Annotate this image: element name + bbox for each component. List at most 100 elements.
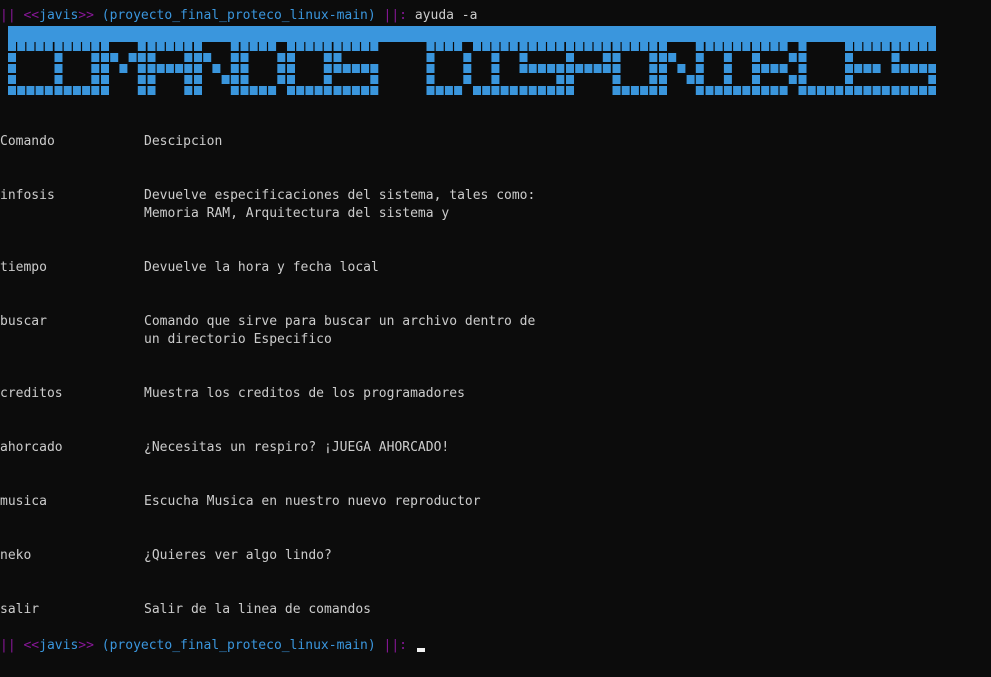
banner-pixel bbox=[630, 86, 639, 95]
banner-pixel bbox=[519, 53, 528, 62]
banner-pixel bbox=[426, 53, 435, 62]
banner-pixel bbox=[101, 64, 109, 73]
banner-pixel bbox=[101, 42, 109, 51]
banner-pixel bbox=[566, 64, 574, 73]
banner-pixel bbox=[444, 42, 453, 51]
entered-command: ayuda -a bbox=[414, 8, 478, 23]
banner-pixel bbox=[649, 86, 658, 95]
banner-pixel bbox=[333, 42, 342, 51]
banner-pixel bbox=[361, 64, 370, 73]
banner-pixel bbox=[194, 75, 202, 84]
banner-pixel bbox=[342, 42, 351, 51]
banner-pixel bbox=[649, 64, 658, 73]
banner-pixel bbox=[659, 42, 667, 51]
banner-pixel bbox=[184, 42, 193, 51]
banner-pixel bbox=[602, 53, 611, 62]
banner-pixel bbox=[230, 42, 239, 51]
banner-pixel bbox=[770, 42, 779, 51]
banner-pixel bbox=[705, 42, 714, 51]
banner-pixel bbox=[519, 42, 528, 51]
banner-title bbox=[8, 26, 936, 95]
terminal-cursor[interactable] bbox=[416, 648, 425, 652]
banner-pixel bbox=[640, 86, 649, 95]
banner-pixel bbox=[156, 42, 165, 51]
banner-pixel bbox=[323, 64, 332, 73]
banner-pixel bbox=[82, 86, 91, 95]
banner-pixel bbox=[547, 42, 556, 51]
banner-pixel bbox=[454, 42, 463, 51]
banner-pixel bbox=[909, 64, 918, 73]
banner-pixel bbox=[863, 42, 872, 51]
banner-pixel bbox=[584, 64, 593, 73]
banner-pixel bbox=[770, 64, 779, 73]
banner-pixel bbox=[221, 75, 230, 84]
banner-pixel bbox=[891, 64, 900, 73]
banner-pixel bbox=[593, 64, 602, 73]
banner-pixel bbox=[72, 42, 81, 51]
banner-pixel bbox=[752, 64, 760, 73]
banner-pixel bbox=[845, 75, 853, 84]
banner-pixel bbox=[556, 75, 565, 84]
prompt-gt: >> bbox=[78, 638, 94, 653]
banner-pixel bbox=[528, 86, 537, 95]
banner-pixel bbox=[919, 86, 928, 95]
description-line-1: Devuelve especificaciones del sistema, t… bbox=[144, 188, 536, 203]
banner-pixel bbox=[845, 64, 853, 73]
banner-pixel bbox=[165, 42, 174, 51]
banner-pixel bbox=[194, 86, 202, 95]
header-command: Comando bbox=[0, 134, 55, 149]
prompt-pipes-right: ||: bbox=[383, 8, 408, 23]
banner-pixel bbox=[752, 75, 760, 84]
banner-pixel bbox=[816, 86, 825, 95]
banner-pixel bbox=[26, 42, 35, 51]
banner-pixel bbox=[891, 53, 900, 62]
banner-pixel bbox=[575, 42, 584, 51]
banner-pixel bbox=[695, 42, 704, 51]
banner-pixel bbox=[798, 86, 807, 95]
banner-pixel bbox=[733, 42, 742, 51]
banner-pixel bbox=[491, 53, 500, 62]
banner-pixel bbox=[835, 86, 844, 95]
banner-pixel bbox=[723, 42, 732, 51]
command-description: Devuelve la hora y fecha local bbox=[144, 260, 379, 275]
banner-pixel bbox=[268, 86, 277, 95]
banner-pixel bbox=[54, 53, 63, 62]
banner-pixel bbox=[82, 42, 91, 51]
banner-pixel bbox=[323, 53, 332, 62]
banner-pixel bbox=[928, 42, 936, 51]
banner-pixel bbox=[473, 86, 481, 95]
banner-pixel bbox=[473, 42, 481, 51]
banner-pixel bbox=[287, 75, 295, 84]
banner-pixel bbox=[426, 86, 435, 95]
prompt-user: javis bbox=[39, 638, 79, 653]
description-line-2: un directorio Especifico bbox=[144, 332, 332, 347]
banner-pixel bbox=[482, 42, 491, 51]
banner-pixel bbox=[240, 86, 249, 95]
banner-pixel bbox=[556, 64, 565, 73]
banner-pixel bbox=[463, 64, 472, 73]
prompt-lt: << bbox=[23, 8, 40, 23]
banner-pixel bbox=[612, 64, 621, 73]
banner-pixel bbox=[8, 64, 16, 73]
banner-pixel bbox=[249, 86, 258, 95]
banner-pixel bbox=[101, 53, 109, 62]
banner-pixel bbox=[426, 42, 435, 51]
banner-pixel bbox=[342, 64, 351, 73]
banner-pixel bbox=[8, 86, 16, 95]
banner-pixel bbox=[779, 42, 788, 51]
banner-pixel bbox=[230, 75, 239, 84]
prompt-line-active[interactable]: || <<javis>> (proyecto_final_proteco_lin… bbox=[0, 637, 425, 655]
banner-pixel bbox=[919, 64, 928, 73]
banner-pixel bbox=[333, 64, 342, 73]
banner-pixel bbox=[212, 64, 221, 73]
banner-pixel bbox=[900, 86, 909, 95]
banner-pixel bbox=[714, 42, 723, 51]
banner-pixel bbox=[779, 64, 788, 73]
banner-pixel bbox=[742, 42, 751, 51]
banner-pixel bbox=[509, 42, 518, 51]
banner-pixel bbox=[528, 64, 537, 73]
banner-pixel bbox=[203, 53, 212, 62]
command-description: Escucha Musica en nuestro nuevo reproduc… bbox=[144, 494, 481, 509]
banner-pixel bbox=[17, 86, 26, 95]
banner-pixel bbox=[54, 86, 63, 95]
